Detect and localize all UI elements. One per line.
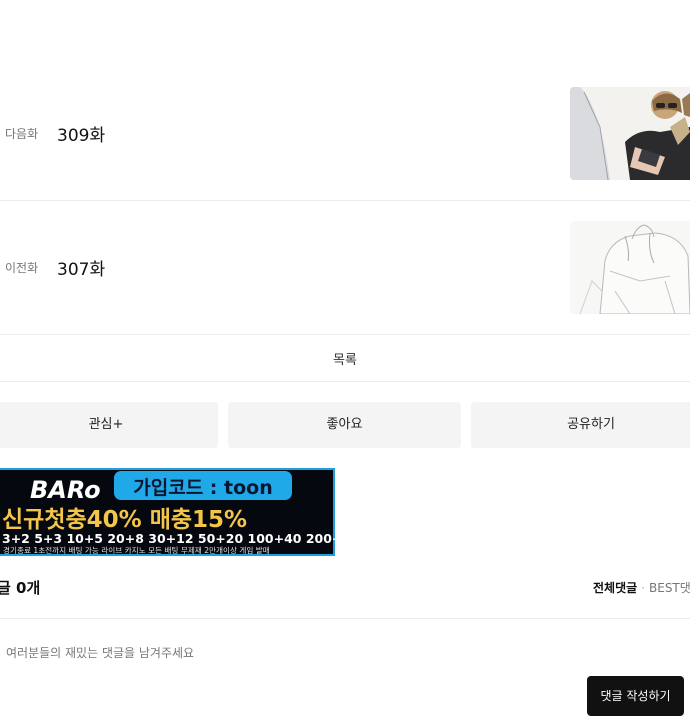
ad-banner[interactable]: BARo 가입코드 : toon 신규첫충40% 매충15% 3+2 5+3 1… <box>0 468 335 556</box>
banner-headline: 신규첫충40% 매충15% <box>2 507 247 533</box>
comment-sort-tabs: 전체댓글 · BEST댓 <box>593 579 690 596</box>
like-button[interactable]: 좋아요 <box>228 402 461 448</box>
next-episode-title[interactable]: 309화 <box>57 121 105 146</box>
tab-separator: · <box>641 581 645 595</box>
submit-comment-button[interactable]: 댓글 작성하기 <box>587 676 684 716</box>
list-button-label: 목록 <box>333 353 357 368</box>
banner-line3: 경기종료 1초전까지 배팅 가능 라이브 카지노 모든 배팅 무제재 2만개이상… <box>3 545 270 555</box>
tab-best-comments[interactable]: BEST댓 <box>649 581 690 595</box>
comment-count: 글 0개 <box>0 579 41 597</box>
banner-line2: 3+2 5+3 10+5 20+8 30+12 50+20 100+40 200… <box>2 531 335 546</box>
comments-header: 글 0개 전체댓글 · BEST댓 <box>0 568 690 619</box>
list-button[interactable]: 목록 <box>0 334 690 382</box>
banner-code-label: 가입코드 : toon <box>133 477 272 499</box>
prev-episode-row[interactable]: 이전화 307화 <box>0 200 690 335</box>
share-button[interactable]: 공유하기 <box>471 402 690 448</box>
favorite-button[interactable]: 관심+ <box>0 402 218 448</box>
next-episode-thumbnail[interactable] <box>570 87 690 180</box>
prev-episode-kind: 이전화 <box>5 261 39 275</box>
tab-all-comments[interactable]: 전체댓글 <box>593 581 637 595</box>
banner-logo: BARo <box>30 476 101 504</box>
next-episode-kind: 다음화 <box>5 127 39 141</box>
prev-episode-thumbnail[interactable] <box>570 221 690 314</box>
comment-input[interactable] <box>0 636 566 670</box>
next-episode-row[interactable]: 다음화 309화 <box>0 66 690 201</box>
prev-episode-title[interactable]: 307화 <box>57 255 105 280</box>
